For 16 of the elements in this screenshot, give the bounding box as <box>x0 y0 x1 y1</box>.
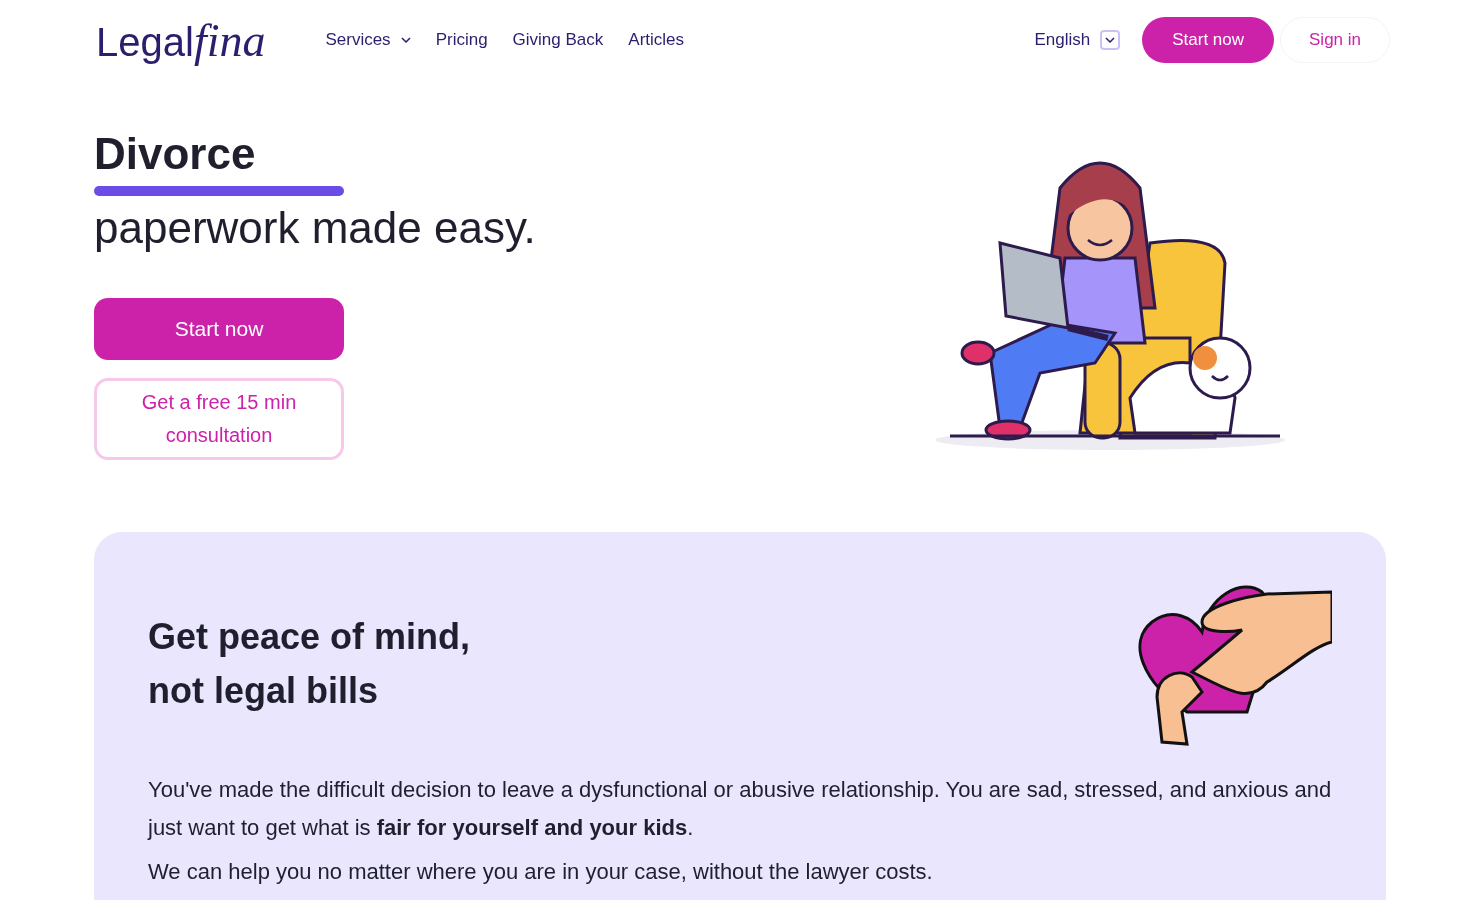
nav-link[interactable]: Pricing <box>435 27 488 53</box>
body-paragraph: We can help you no matter where you are in your case, without the lawyer costs. <box>148 858 934 886</box>
nav-link[interactable]: Articles <box>628 27 685 53</box>
section-heading: Get peace of mind, not legal bills <box>148 615 471 713</box>
consultation-button[interactable]: Get a free 15 min consultation <box>94 378 344 460</box>
page-title: Divorce <box>94 128 256 180</box>
nav-link[interactable]: Services <box>325 27 411 53</box>
subtitle: paperwork made easy. <box>94 202 536 254</box>
chevron-down-icon <box>400 37 411 43</box>
nav-link[interactable]: Giving Back <box>512 27 604 53</box>
chevron-down-icon <box>1105 37 1116 43</box>
language-select[interactable]: English <box>1018 17 1137 63</box>
body-paragraph: You've made the difficult decision to leave a dysfunctional or abusive relationship. You are sad, stressed, and anxious and just want to get what is fair for yourself and your kids. <box>148 776 1332 842</box>
start-now-button[interactable]: Start now <box>94 298 344 360</box>
start-now-button[interactable]: Start now <box>1142 17 1274 63</box>
logo[interactable]: Legalfina <box>96 5 266 75</box>
